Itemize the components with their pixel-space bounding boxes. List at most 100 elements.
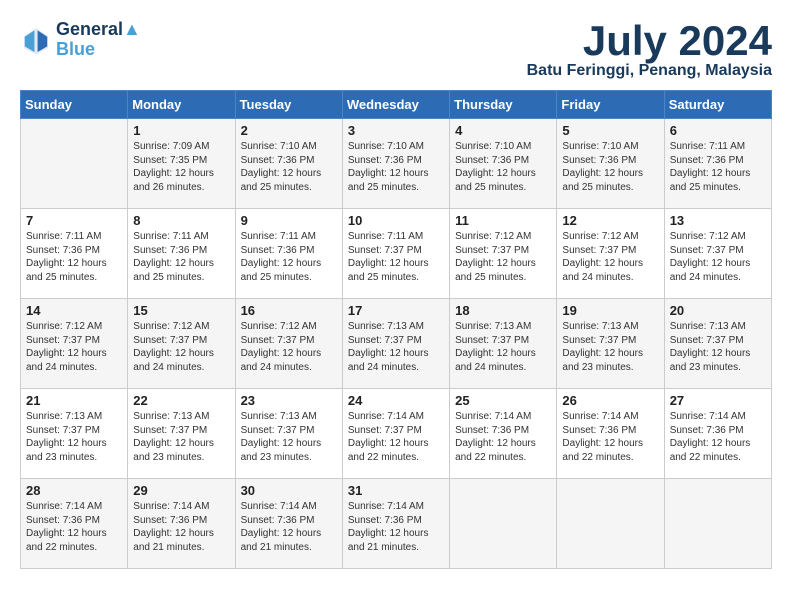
calendar-cell: 31Sunrise: 7:14 AM Sunset: 7:36 PM Dayli… <box>342 479 449 569</box>
day-info: Sunrise: 7:13 AM Sunset: 7:37 PM Dayligh… <box>348 320 444 374</box>
calendar-cell: 14 Sunrise: 7:12 AM Sunset: 7:37 PM Dayli… <box>21 299 128 389</box>
logo-icon <box>20 24 52 56</box>
day-info: Sunrise: 7:10 AM Sunset: 7:36 PM Dayligh… <box>562 140 658 194</box>
day-number: 18 <box>455 303 551 318</box>
calendar-cell: 19 Sunrise: 7:13 AM Sunset: 7:37 PM Dayli… <box>557 299 664 389</box>
day-number: 8 <box>133 213 229 228</box>
calendar-cell: 17Sunrise: 7:13 AM Sunset: 7:37 PM Dayli… <box>342 299 449 389</box>
page-header: General▲ Blue July 2024 Batu Feringgi, P… <box>20 20 772 80</box>
day-info: Sunrise: 7:13 AM Sunset: 7:37 PM Dayligh… <box>26 410 122 464</box>
weekday-header: Thursday <box>450 91 557 119</box>
location: Batu Feringgi, Penang, Malaysia <box>527 62 772 80</box>
day-info: Sunrise: 7:12 AM Sunset: 7:37 PM Dayligh… <box>562 230 658 284</box>
calendar-cell: 28 Sunrise: 7:14 AM Sunset: 7:36 PM Dayli… <box>21 479 128 569</box>
day-info: Sunrise: 7:14 AM Sunset: 7:36 PM Dayligh… <box>455 410 551 464</box>
day-number: 25 <box>455 393 551 408</box>
day-number: 11 <box>455 213 551 228</box>
logo-text: General▲ Blue <box>56 20 141 60</box>
calendar-header-row: SundayMondayTuesdayWednesdayThursdayFrid… <box>21 91 772 119</box>
day-number: 28 <box>26 483 122 498</box>
calendar-cell: 20Sunrise: 7:13 AM Sunset: 7:37 PM Dayli… <box>664 299 771 389</box>
day-info: Sunrise: 7:12 AM Sunset: 7:37 PM Dayligh… <box>670 230 766 284</box>
day-info: Sunrise: 7:09 AM Sunset: 7:35 PM Dayligh… <box>133 140 229 194</box>
calendar-week-row: 7 Sunrise: 7:11 AM Sunset: 7:36 PM Daylig… <box>21 209 772 299</box>
calendar-cell: 26Sunrise: 7:14 AM Sunset: 7:36 PM Dayli… <box>557 389 664 479</box>
day-number: 13 <box>670 213 766 228</box>
calendar-week-row: 21Sunrise: 7:13 AM Sunset: 7:37 PM Dayli… <box>21 389 772 479</box>
day-info: Sunrise: 7:13 AM Sunset: 7:37 PM Dayligh… <box>455 320 551 374</box>
day-number: 2 <box>241 123 337 138</box>
calendar-cell: 9Sunrise: 7:11 AM Sunset: 7:36 PM Daylig… <box>235 209 342 299</box>
day-info: Sunrise: 7:13 AM Sunset: 7:37 PM Dayligh… <box>241 410 337 464</box>
weekday-header: Sunday <box>21 91 128 119</box>
calendar-cell: 6 Sunrise: 7:11 AM Sunset: 7:36 PM Daylig… <box>664 119 771 209</box>
calendar-cell: 10 Sunrise: 7:11 AM Sunset: 7:37 PM Dayli… <box>342 209 449 299</box>
day-info: Sunrise: 7:10 AM Sunset: 7:36 PM Dayligh… <box>455 140 551 194</box>
day-info: Sunrise: 7:10 AM Sunset: 7:36 PM Dayligh… <box>348 140 444 194</box>
calendar-cell: 5 Sunrise: 7:10 AM Sunset: 7:36 PM Daylig… <box>557 119 664 209</box>
calendar-cell: 21Sunrise: 7:13 AM Sunset: 7:37 PM Dayli… <box>21 389 128 479</box>
calendar-cell: 30 Sunrise: 7:14 AM Sunset: 7:36 PM Dayli… <box>235 479 342 569</box>
day-info: Sunrise: 7:13 AM Sunset: 7:37 PM Dayligh… <box>670 320 766 374</box>
day-number: 14 <box>26 303 122 318</box>
calendar-cell: 24 Sunrise: 7:14 AM Sunset: 7:37 PM Dayli… <box>342 389 449 479</box>
day-info: Sunrise: 7:14 AM Sunset: 7:36 PM Dayligh… <box>670 410 766 464</box>
day-number: 26 <box>562 393 658 408</box>
day-number: 1 <box>133 123 229 138</box>
calendar-cell <box>21 119 128 209</box>
calendar-cell: 8 Sunrise: 7:11 AM Sunset: 7:36 PM Daylig… <box>128 209 235 299</box>
day-info: Sunrise: 7:11 AM Sunset: 7:36 PM Dayligh… <box>670 140 766 194</box>
day-info: Sunrise: 7:12 AM Sunset: 7:37 PM Dayligh… <box>26 320 122 374</box>
day-number: 7 <box>26 213 122 228</box>
weekday-header: Friday <box>557 91 664 119</box>
title-section: July 2024 Batu Feringgi, Penang, Malaysi… <box>527 20 772 80</box>
month-title: July 2024 <box>527 20 772 62</box>
calendar-cell <box>664 479 771 569</box>
calendar-cell: 12 Sunrise: 7:12 AM Sunset: 7:37 PM Dayli… <box>557 209 664 299</box>
day-info: Sunrise: 7:14 AM Sunset: 7:36 PM Dayligh… <box>241 500 337 554</box>
calendar-cell: 13 Sunrise: 7:12 AM Sunset: 7:37 PM Dayli… <box>664 209 771 299</box>
day-number: 27 <box>670 393 766 408</box>
calendar-cell: 23 Sunrise: 7:13 AM Sunset: 7:37 PM Dayli… <box>235 389 342 479</box>
day-number: 5 <box>562 123 658 138</box>
day-number: 4 <box>455 123 551 138</box>
calendar-cell: 27 Sunrise: 7:14 AM Sunset: 7:36 PM Dayli… <box>664 389 771 479</box>
day-number: 29 <box>133 483 229 498</box>
calendar-cell: 2 Sunrise: 7:10 AM Sunset: 7:36 PM Daylig… <box>235 119 342 209</box>
calendar-cell: 3Sunrise: 7:10 AM Sunset: 7:36 PM Daylig… <box>342 119 449 209</box>
day-info: Sunrise: 7:12 AM Sunset: 7:37 PM Dayligh… <box>133 320 229 374</box>
day-number: 10 <box>348 213 444 228</box>
calendar-cell: 29 Sunrise: 7:14 AM Sunset: 7:36 PM Dayli… <box>128 479 235 569</box>
day-info: Sunrise: 7:12 AM Sunset: 7:37 PM Dayligh… <box>455 230 551 284</box>
weekday-header: Wednesday <box>342 91 449 119</box>
calendar-cell: 22Sunrise: 7:13 AM Sunset: 7:37 PM Dayli… <box>128 389 235 479</box>
day-number: 30 <box>241 483 337 498</box>
day-info: Sunrise: 7:13 AM Sunset: 7:37 PM Dayligh… <box>562 320 658 374</box>
logo: General▲ Blue <box>20 20 141 60</box>
day-info: Sunrise: 7:11 AM Sunset: 7:36 PM Dayligh… <box>26 230 122 284</box>
day-number: 22 <box>133 393 229 408</box>
calendar-week-row: 14 Sunrise: 7:12 AM Sunset: 7:37 PM Dayli… <box>21 299 772 389</box>
day-number: 24 <box>348 393 444 408</box>
day-info: Sunrise: 7:14 AM Sunset: 7:36 PM Dayligh… <box>26 500 122 554</box>
day-number: 12 <box>562 213 658 228</box>
day-number: 23 <box>241 393 337 408</box>
day-info: Sunrise: 7:11 AM Sunset: 7:36 PM Dayligh… <box>133 230 229 284</box>
calendar-cell: 4 Sunrise: 7:10 AM Sunset: 7:36 PM Daylig… <box>450 119 557 209</box>
day-number: 19 <box>562 303 658 318</box>
calendar-week-row: 28 Sunrise: 7:14 AM Sunset: 7:36 PM Dayli… <box>21 479 772 569</box>
day-number: 16 <box>241 303 337 318</box>
calendar-cell: 18 Sunrise: 7:13 AM Sunset: 7:37 PM Dayli… <box>450 299 557 389</box>
day-number: 6 <box>670 123 766 138</box>
calendar-cell: 15 Sunrise: 7:12 AM Sunset: 7:37 PM Dayli… <box>128 299 235 389</box>
calendar-cell: 16Sunrise: 7:12 AM Sunset: 7:37 PM Dayli… <box>235 299 342 389</box>
day-info: Sunrise: 7:14 AM Sunset: 7:36 PM Dayligh… <box>133 500 229 554</box>
day-number: 15 <box>133 303 229 318</box>
day-info: Sunrise: 7:14 AM Sunset: 7:37 PM Dayligh… <box>348 410 444 464</box>
weekday-header: Monday <box>128 91 235 119</box>
weekday-header: Tuesday <box>235 91 342 119</box>
day-info: Sunrise: 7:11 AM Sunset: 7:37 PM Dayligh… <box>348 230 444 284</box>
calendar-table: SundayMondayTuesdayWednesdayThursdayFrid… <box>20 90 772 569</box>
day-info: Sunrise: 7:10 AM Sunset: 7:36 PM Dayligh… <box>241 140 337 194</box>
calendar-week-row: 1 Sunrise: 7:09 AM Sunset: 7:35 PM Daylig… <box>21 119 772 209</box>
